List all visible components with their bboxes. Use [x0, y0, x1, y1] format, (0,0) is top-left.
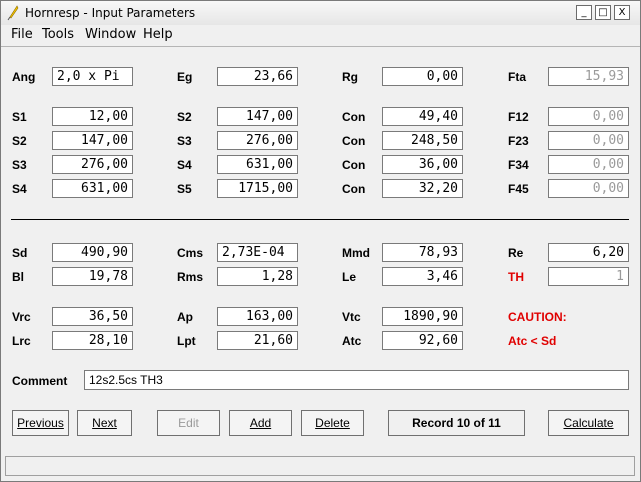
label-s3-b: S3 [12, 158, 27, 172]
menu-window[interactable]: Window [85, 27, 136, 42]
field-eg[interactable]: 23,66 [217, 67, 298, 86]
label-f45: F45 [508, 182, 529, 196]
field-lrc[interactable]: 28,10 [52, 331, 133, 350]
label-vrc: Vrc [12, 310, 31, 324]
label-mmd: Mmd [342, 246, 370, 260]
record-indicator: Record 10 of 11 [388, 410, 525, 436]
field-fta: 15,93 [548, 67, 629, 86]
field-bl[interactable]: 19,78 [52, 267, 133, 286]
label-s1: S1 [12, 110, 27, 124]
label-lpt: Lpt [177, 334, 196, 348]
menu-bar: File Tools Window Help [1, 25, 640, 45]
field-s3-b[interactable]: 276,00 [52, 155, 133, 174]
label-le: Le [342, 270, 357, 284]
field-con-3[interactable]: 36,00 [382, 155, 463, 174]
label-bl: Bl [12, 270, 24, 284]
minimize-button[interactable]: _ [576, 5, 592, 20]
field-s5[interactable]: 1715,00 [217, 179, 298, 198]
caution-message: Atc < Sd [508, 334, 557, 348]
label-s5: S5 [177, 182, 192, 196]
label-ap: Ap [177, 310, 193, 324]
label-s2-b: S2 [12, 134, 27, 148]
field-cms[interactable]: 2,73E-04 [217, 243, 298, 262]
parameters-panel: Ang 2,0 x Pi Eg 23,66 Rg 0,00 Fta 15,93 … [1, 46, 640, 452]
label-sd: Sd [12, 246, 28, 260]
field-s4-b[interactable]: 631,00 [52, 179, 133, 198]
label-vtc: Vtc [342, 310, 361, 324]
next-button[interactable]: Next [77, 410, 132, 436]
add-button[interactable]: Add [229, 410, 292, 436]
field-atc[interactable]: 92,60 [382, 331, 463, 350]
field-vrc[interactable]: 36,50 [52, 307, 133, 326]
label-atc: Atc [342, 334, 362, 348]
field-f45: 0,00 [548, 179, 629, 198]
label-con-4: Con [342, 182, 366, 196]
menu-tools[interactable]: Tools [42, 27, 74, 42]
label-con-1: Con [342, 110, 366, 124]
label-s4-b: S4 [12, 182, 27, 196]
delete-button[interactable]: Delete [301, 410, 364, 436]
label-f34: F34 [508, 158, 529, 172]
field-vtc[interactable]: 1890,90 [382, 307, 463, 326]
app-feather-icon [7, 5, 19, 21]
label-th: TH [508, 270, 524, 284]
field-sd[interactable]: 490,90 [52, 243, 133, 262]
comment-field[interactable]: 12s2.5cs TH3 [84, 370, 629, 390]
field-s2-b[interactable]: 147,00 [52, 131, 133, 150]
label-con-3: Con [342, 158, 366, 172]
field-th: 1 [548, 267, 629, 286]
caution-heading: CAUTION: [508, 310, 567, 324]
field-f34: 0,00 [548, 155, 629, 174]
field-con-1[interactable]: 49,40 [382, 107, 463, 126]
field-f12: 0,00 [548, 107, 629, 126]
label-fta: Fta [508, 70, 526, 84]
field-s4[interactable]: 631,00 [217, 155, 298, 174]
field-re[interactable]: 6,20 [548, 243, 629, 262]
label-re: Re [508, 246, 524, 260]
field-con-4[interactable]: 32,20 [382, 179, 463, 198]
label-cms: Cms [177, 246, 204, 260]
field-s1[interactable]: 12,00 [52, 107, 133, 126]
section-divider [11, 219, 629, 220]
field-rg[interactable]: 0,00 [382, 67, 463, 86]
label-rms: Rms [177, 270, 204, 284]
main-window: Hornresp - Input Parameters _ □ X File T… [0, 0, 641, 482]
label-rg: Rg [342, 70, 358, 84]
field-rms[interactable]: 1,28 [217, 267, 298, 286]
label-s2: S2 [177, 110, 192, 124]
field-s3[interactable]: 276,00 [217, 131, 298, 150]
field-s2[interactable]: 147,00 [217, 107, 298, 126]
field-ap[interactable]: 163,00 [217, 307, 298, 326]
label-s4: S4 [177, 158, 192, 172]
title-bar: Hornresp - Input Parameters _ □ X [1, 1, 640, 26]
label-s3: S3 [177, 134, 192, 148]
menu-file[interactable]: File [11, 27, 33, 42]
field-f23: 0,00 [548, 131, 629, 150]
label-ang: Ang [12, 70, 36, 84]
label-f23: F23 [508, 134, 529, 148]
maximize-button[interactable]: □ [595, 5, 611, 20]
field-lpt[interactable]: 21,60 [217, 331, 298, 350]
label-con-2: Con [342, 134, 366, 148]
label-eg: Eg [177, 70, 193, 84]
menu-help[interactable]: Help [143, 27, 173, 42]
field-con-2[interactable]: 248,50 [382, 131, 463, 150]
status-bar [5, 456, 635, 476]
window-title: Hornresp - Input Parameters [25, 6, 196, 20]
label-comment: Comment [12, 374, 68, 388]
field-le[interactable]: 3,46 [382, 267, 463, 286]
field-ang[interactable]: 2,0 x Pi [52, 67, 133, 86]
label-lrc: Lrc [12, 334, 31, 348]
field-mmd[interactable]: 78,93 [382, 243, 463, 262]
edit-button: Edit [157, 410, 220, 436]
calculate-button[interactable]: Calculate [548, 410, 629, 436]
close-button[interactable]: X [614, 5, 630, 20]
previous-button[interactable]: Previous [12, 410, 69, 436]
label-f12: F12 [508, 110, 529, 124]
